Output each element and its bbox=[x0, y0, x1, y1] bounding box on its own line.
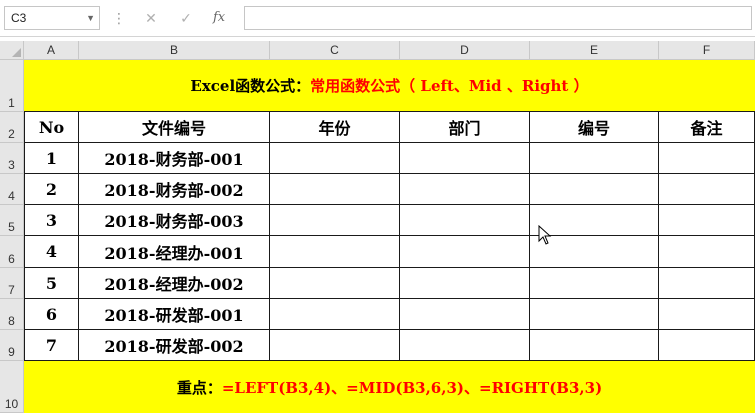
dropdown-icon[interactable]: ▼ bbox=[86, 7, 95, 29]
confirm-icon[interactable]: ✓ bbox=[176, 8, 196, 28]
column-header-d[interactable]: D bbox=[400, 41, 530, 60]
row-header-10[interactable]: 10 bbox=[0, 361, 24, 413]
table-header-cell[interactable]: 年份 bbox=[270, 112, 400, 143]
table-cell[interactable] bbox=[400, 205, 530, 236]
table-cell[interactable] bbox=[400, 330, 530, 361]
table-cell[interactable]: 1 bbox=[24, 143, 79, 174]
table-cell[interactable] bbox=[659, 205, 755, 236]
table-header-cell[interactable]: No bbox=[24, 112, 79, 143]
table-cell[interactable] bbox=[270, 205, 400, 236]
title-prefix: Excel函数公式： bbox=[190, 77, 311, 95]
table-cell[interactable] bbox=[659, 236, 755, 268]
table-cell[interactable] bbox=[270, 174, 400, 205]
table-cell[interactable] bbox=[530, 143, 659, 174]
table-cell[interactable] bbox=[400, 236, 530, 268]
table-cell[interactable] bbox=[659, 174, 755, 205]
table-cell[interactable] bbox=[270, 330, 400, 361]
row-header-6[interactable]: 6 bbox=[0, 236, 24, 268]
title-banner[interactable]: Excel函数公式： 常用函数公式（ Left、Mid 、Right ） bbox=[24, 60, 755, 112]
table-cell[interactable]: 2018-财务部-003 bbox=[79, 205, 270, 236]
table-cell[interactable] bbox=[270, 268, 400, 299]
table-cell[interactable] bbox=[659, 299, 755, 330]
table-cell[interactable] bbox=[400, 268, 530, 299]
column-header-b[interactable]: B bbox=[79, 41, 270, 60]
row-header-3[interactable]: 3 bbox=[0, 143, 24, 174]
table-cell[interactable] bbox=[270, 143, 400, 174]
column-header-e[interactable]: E bbox=[530, 41, 659, 60]
row-header-5[interactable]: 5 bbox=[0, 205, 24, 236]
row-header-9[interactable]: 9 bbox=[0, 330, 24, 361]
table-header-cell[interactable]: 部门 bbox=[400, 112, 530, 143]
column-header-c[interactable]: C bbox=[270, 41, 400, 60]
table-cell[interactable] bbox=[400, 299, 530, 330]
table-cell[interactable]: 2018-经理办-002 bbox=[79, 268, 270, 299]
table-cell[interactable] bbox=[400, 143, 530, 174]
table-cell[interactable]: 7 bbox=[24, 330, 79, 361]
table-cell[interactable] bbox=[530, 268, 659, 299]
table-cell[interactable] bbox=[659, 268, 755, 299]
mouse-cursor-icon bbox=[538, 225, 552, 245]
table-cell[interactable] bbox=[659, 143, 755, 174]
table-cell[interactable] bbox=[659, 330, 755, 361]
name-box[interactable]: C3 ▼ bbox=[4, 6, 100, 30]
table-cell[interactable] bbox=[530, 299, 659, 330]
table-cell[interactable]: 4 bbox=[24, 236, 79, 268]
column-header-f[interactable]: F bbox=[659, 41, 755, 60]
footer-highlight: =LEFT(B3,4)、=MID(B3,6,3)、=RIGHT(B3,3) bbox=[221, 378, 603, 397]
formula-input[interactable] bbox=[244, 6, 752, 30]
table-cell[interactable]: 2018-研发部-002 bbox=[79, 330, 270, 361]
table-cell[interactable]: 2018-经理办-001 bbox=[79, 236, 270, 268]
title-highlight: 常用函数公式（ Left、Mid 、Right ） bbox=[310, 77, 589, 95]
column-header-a[interactable]: A bbox=[24, 41, 79, 60]
table-cell[interactable] bbox=[270, 236, 400, 268]
table-cell[interactable] bbox=[530, 330, 659, 361]
footer-prefix: 重点： bbox=[176, 378, 222, 397]
row-header-4[interactable]: 4 bbox=[0, 174, 24, 205]
formula-bar-area: C3 ▼ ⋮ ✕ ✓ fx bbox=[0, 0, 755, 37]
table-cell[interactable]: 2018-研发部-001 bbox=[79, 299, 270, 330]
table-cell[interactable] bbox=[270, 299, 400, 330]
function-icon[interactable]: fx bbox=[213, 8, 225, 28]
table-cell[interactable]: 5 bbox=[24, 268, 79, 299]
row-header-7[interactable]: 7 bbox=[0, 268, 24, 299]
table-cell[interactable] bbox=[400, 174, 530, 205]
row-header-2[interactable]: 2 bbox=[0, 112, 24, 143]
table-header-cell[interactable]: 编号 bbox=[530, 112, 659, 143]
cancel-icon[interactable]: ✕ bbox=[141, 8, 161, 28]
table-header-cell[interactable]: 备注 bbox=[659, 112, 755, 143]
table-cell[interactable]: 2018-财务部-002 bbox=[79, 174, 270, 205]
select-all-corner[interactable] bbox=[0, 41, 24, 60]
name-box-value: C3 bbox=[11, 11, 27, 25]
table-cell[interactable]: 3 bbox=[24, 205, 79, 236]
table-cell[interactable]: 2 bbox=[24, 174, 79, 205]
footer-banner[interactable]: 重点： =LEFT(B3,4)、=MID(B3,6,3)、=RIGHT(B3,3) bbox=[24, 361, 755, 413]
table-cell[interactable] bbox=[530, 174, 659, 205]
drag-handle-icon[interactable]: ⋮ bbox=[112, 8, 126, 28]
table-cell[interactable]: 2018-财务部-001 bbox=[79, 143, 270, 174]
table-cell[interactable]: 6 bbox=[24, 299, 79, 330]
row-header-1[interactable]: 1 bbox=[0, 60, 24, 112]
row-header-8[interactable]: 8 bbox=[0, 299, 24, 330]
table-header-cell[interactable]: 文件编号 bbox=[79, 112, 270, 143]
